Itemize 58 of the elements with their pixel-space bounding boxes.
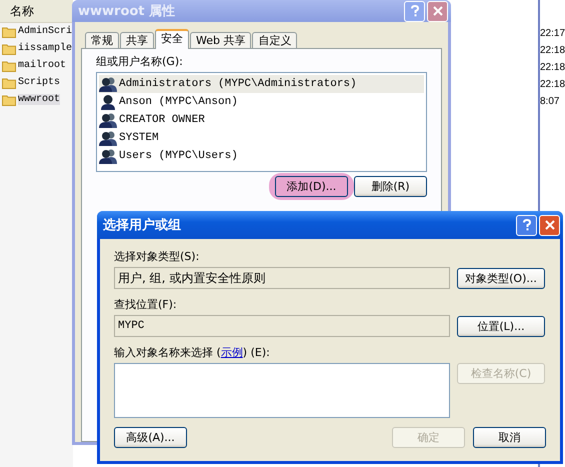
help-button[interactable] <box>516 214 537 236</box>
tab[interactable]: Web 共享 <box>190 32 252 48</box>
modified-time: 22:18 <box>540 44 565 58</box>
window-title: 选择用户或组 <box>103 216 182 234</box>
column-header[interactable]: 名称 <box>0 0 73 23</box>
window-title: wwwroot 属性 <box>78 3 176 20</box>
folder-icon <box>2 76 16 88</box>
principal-name: Users (MYPC\Users) <box>119 150 238 162</box>
tab[interactable]: 自定义 <box>252 32 298 48</box>
example-link[interactable]: 示例 <box>220 346 243 359</box>
principal-name: Administrators (MYPC\Administrators) <box>119 78 357 90</box>
users-icon <box>99 130 117 146</box>
close-icon <box>432 6 442 16</box>
location-field: MYPC <box>114 315 450 337</box>
close-button[interactable] <box>539 214 560 236</box>
principal-name: SYSTEM <box>119 132 159 144</box>
users-icon <box>99 76 117 92</box>
advanced-button[interactable]: 高级(A)... <box>114 427 187 448</box>
modified-time: 22:18 <box>540 61 565 75</box>
dialog-button[interactable]: 删除(R) <box>354 176 427 197</box>
principal-item[interactable]: CREATOR OWNER <box>99 111 424 129</box>
modified-time: 8:07 <box>540 95 560 109</box>
folder-icon <box>2 26 16 38</box>
location-button[interactable]: 位置(L)... <box>457 316 545 336</box>
user-icon <box>99 94 117 110</box>
modified-time: 22:18 <box>540 78 565 92</box>
field-label: 输入对象名称来选择 (示例) (E): <box>114 345 271 360</box>
file-name[interactable]: AdminScri <box>18 26 72 37</box>
field-label: 选择对象类型(S): <box>114 249 200 264</box>
object-types-button[interactable]: 对象类型(O)... <box>457 268 545 288</box>
file-name[interactable]: wwwroot <box>18 94 60 105</box>
modified-time: 22:17 <box>540 27 565 41</box>
folder-icon <box>2 94 16 106</box>
principal-name: CREATOR OWNER <box>119 114 205 126</box>
principal-item[interactable]: SYSTEM <box>99 129 424 147</box>
folder-icon <box>2 60 16 72</box>
principal-name: Anson (MYPC\Anson) <box>119 96 238 108</box>
tab[interactable]: 常规 <box>85 32 119 48</box>
field-label: 查找位置(F): <box>114 297 178 312</box>
cancel-button[interactable]: 取消 <box>473 427 546 448</box>
help-icon <box>522 219 532 231</box>
dialog-button[interactable]: 添加(D)... <box>275 176 348 197</box>
file-name[interactable]: iissample <box>18 43 72 54</box>
object-names-field[interactable] <box>114 363 450 418</box>
help-icon <box>410 5 420 17</box>
file-name[interactable]: Scripts <box>18 77 60 88</box>
file-name[interactable]: mailroot <box>18 60 66 71</box>
tab[interactable]: 安全 <box>155 29 189 49</box>
close-icon <box>544 220 554 230</box>
object-type-field: 用户, 组, 或内置安全性原则 <box>114 267 450 289</box>
users-icon <box>99 148 117 164</box>
principal-item[interactable]: Users (MYPC\Users) <box>99 147 424 165</box>
folder-icon <box>2 42 16 54</box>
tab[interactable]: 共享 <box>120 32 154 48</box>
principal-item[interactable]: Anson (MYPC\Anson) <box>99 93 424 111</box>
list-label: 组或用户名称(G): <box>96 54 184 69</box>
principal-item[interactable]: Administrators (MYPC\Administrators) <box>99 75 424 93</box>
users-icon <box>99 112 117 128</box>
